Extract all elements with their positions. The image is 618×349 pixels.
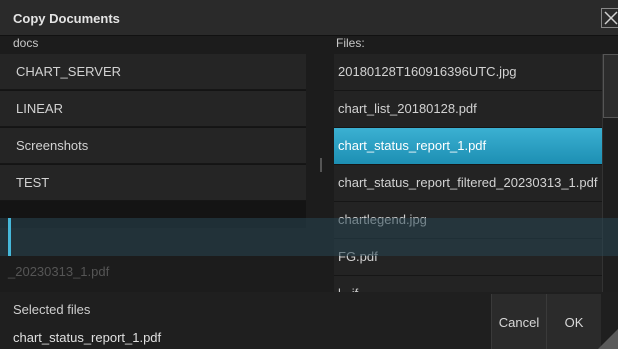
file-item-selected[interactable]: chart_status_report_1.pdf: [334, 128, 602, 165]
file-list-scrollbar[interactable]: [602, 54, 618, 292]
folder-item-screenshots[interactable]: Screenshots: [0, 128, 306, 164]
file-item-partial[interactable]: l...if: [334, 276, 602, 292]
folder-list[interactable]: CHART_SERVER LINEAR Screenshots TEST: [0, 54, 306, 228]
scrollbar-thumb[interactable]: [603, 54, 618, 118]
title-bar: Copy Documents: [0, 0, 618, 36]
files-header: Files:: [336, 36, 365, 50]
folder-item-linear[interactable]: LINEAR: [0, 91, 306, 127]
close-button[interactable]: [601, 8, 618, 28]
close-icon: [601, 8, 618, 28]
drag-highlight-band: [0, 218, 618, 256]
file-item[interactable]: 20180128T160916396UTC.jpg: [334, 54, 602, 91]
selected-files-value: chart_status_report_1.pdf: [13, 330, 162, 345]
cancel-button[interactable]: Cancel: [491, 294, 546, 349]
resize-grip-icon[interactable]: [598, 329, 618, 349]
file-list[interactable]: 20180128T160916396UTC.jpg chart_list_201…: [334, 54, 602, 292]
file-item[interactable]: chart_status_report_filtered_20230313_1.…: [334, 165, 602, 202]
file-item[interactable]: chart_list_20180128.pdf: [334, 91, 602, 128]
folder-item-test[interactable]: TEST: [0, 165, 306, 201]
folders-header: docs: [13, 36, 39, 50]
ok-button[interactable]: OK: [546, 294, 601, 349]
selected-files-label: Selected files: [13, 302, 91, 317]
panel-splitter[interactable]: [320, 158, 322, 172]
folder-item-chart-server[interactable]: CHART_SERVER: [0, 54, 306, 90]
drag-ghost-label: _20230313_1.pdf: [8, 264, 110, 279]
dialog-title: Copy Documents: [13, 11, 120, 26]
drop-indicator: [8, 218, 11, 256]
copy-documents-dialog: Copy Documents docs Files: CHART_SERVER …: [0, 0, 618, 349]
